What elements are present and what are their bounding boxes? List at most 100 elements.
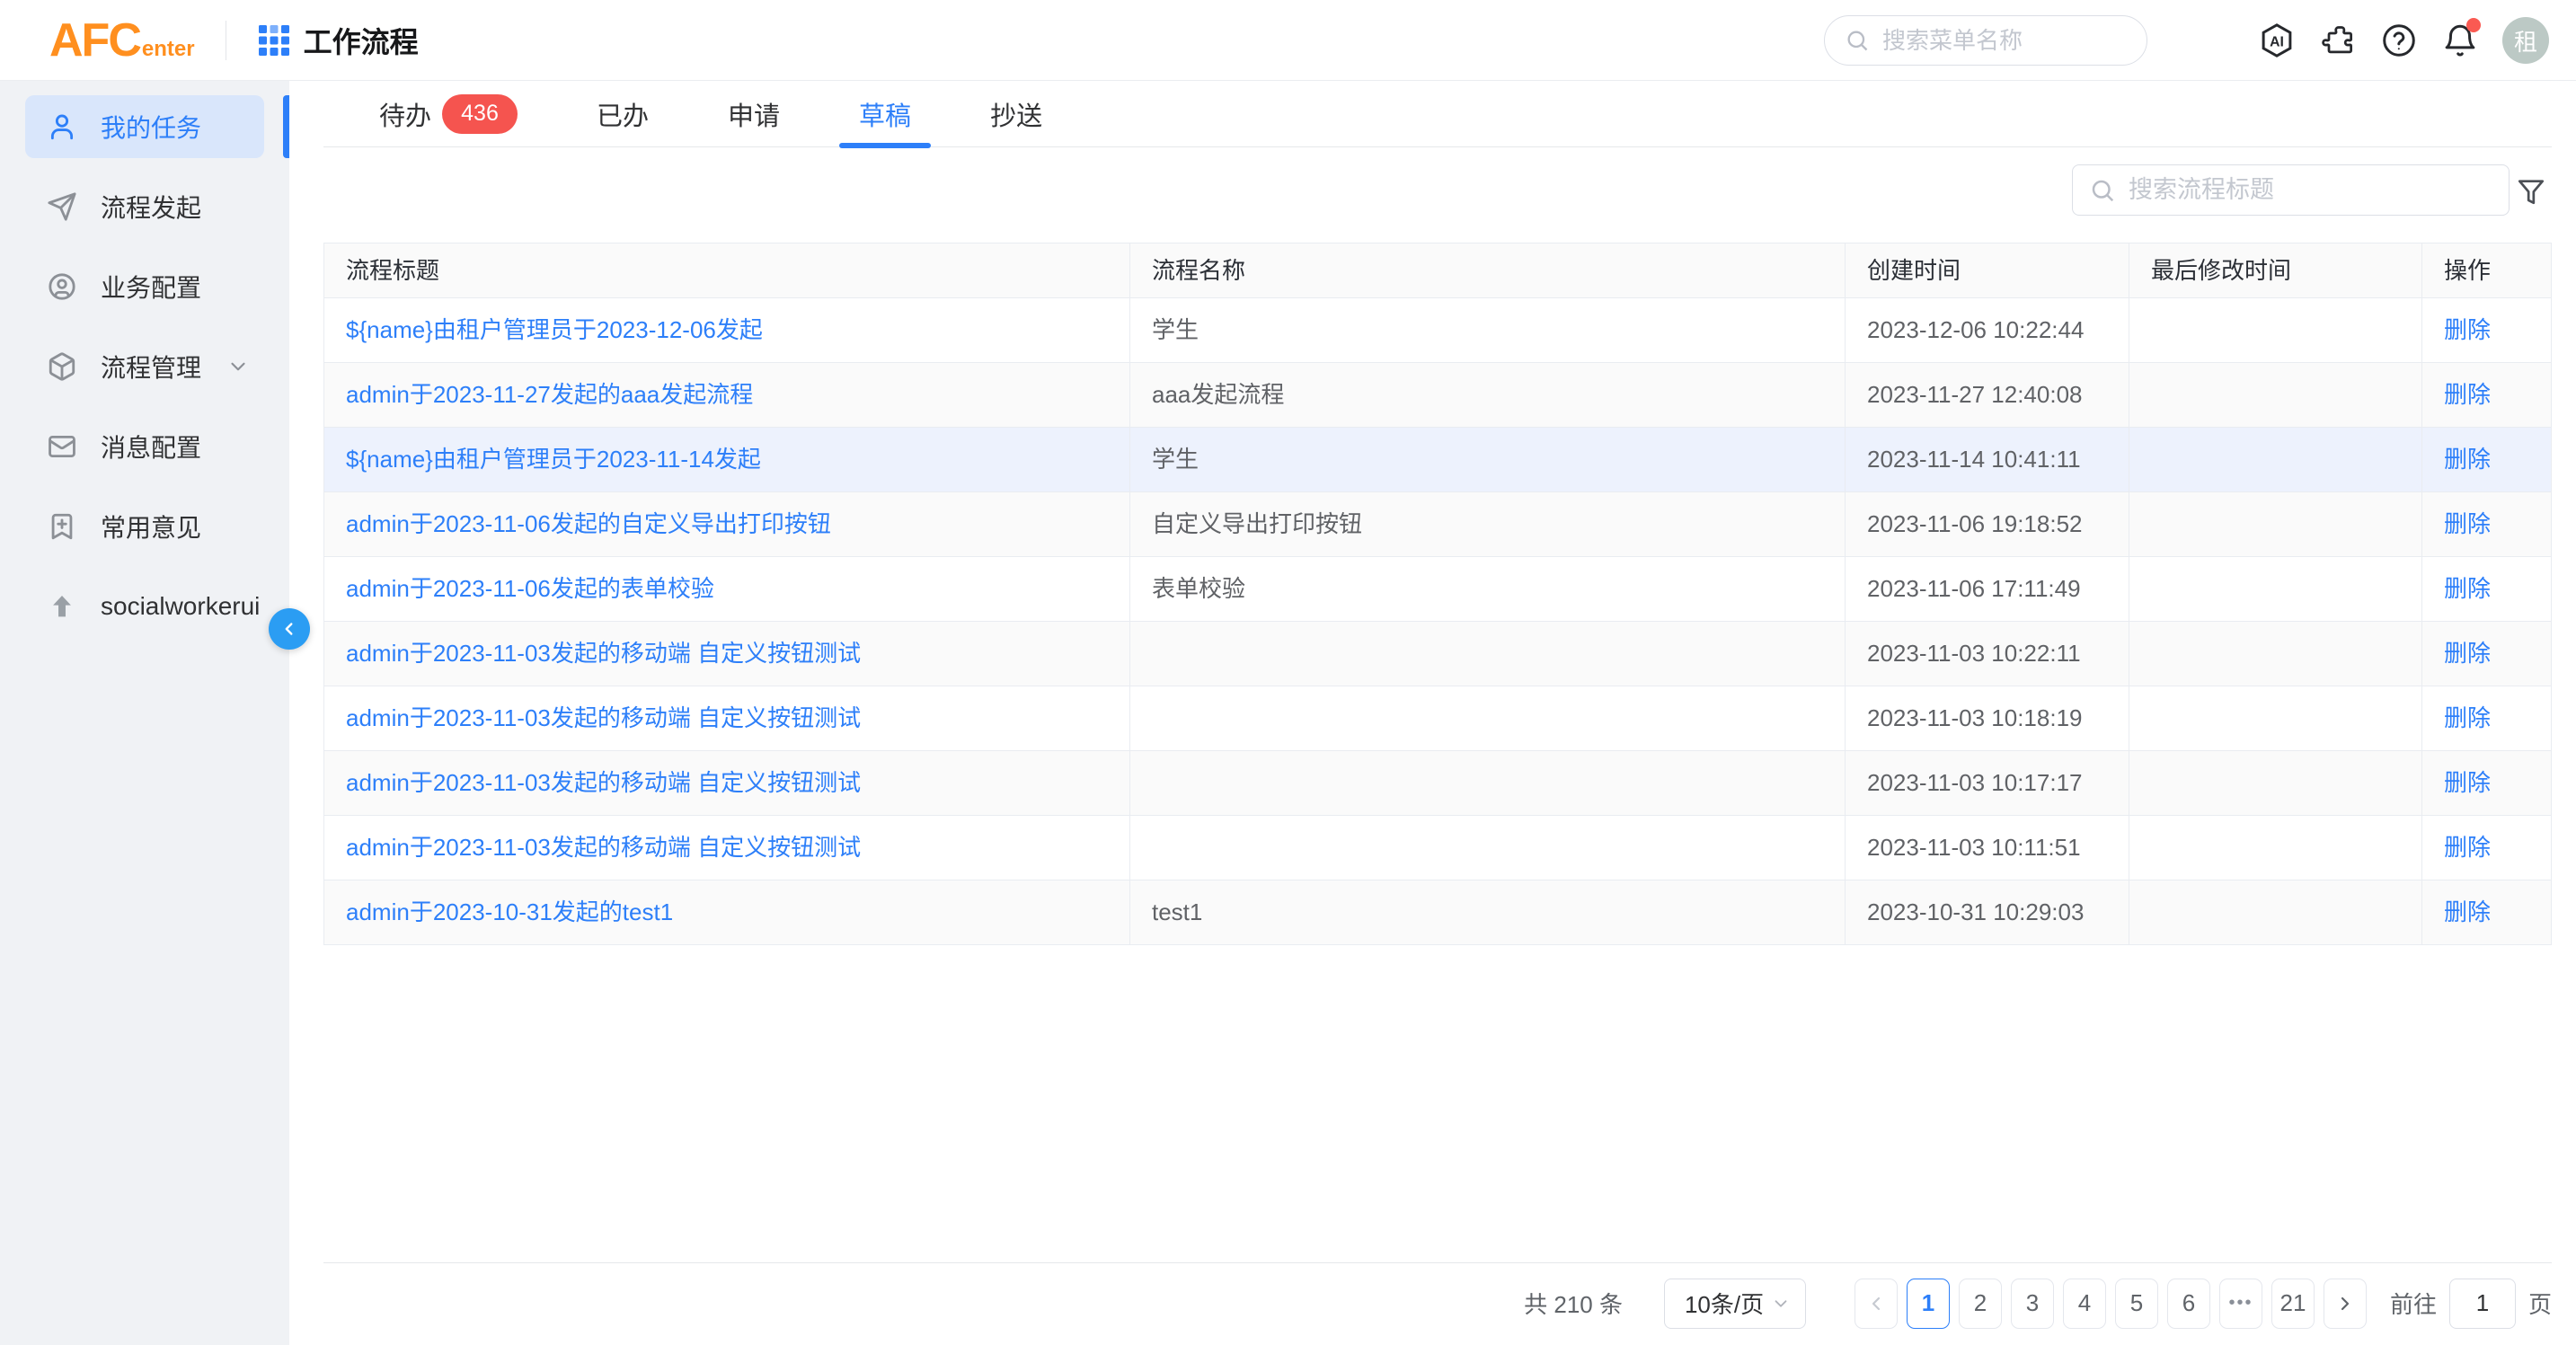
- process-title-link[interactable]: admin于2023-11-06发起的表单校验: [346, 575, 714, 602]
- delete-link[interactable]: 删除: [2444, 381, 2491, 408]
- process-name-cell: [1130, 622, 1846, 686]
- table-header-row: 流程标题 流程名称 创建时间 最后修改时间 操作: [324, 243, 2551, 298]
- afcenter-logo[interactable]: AFC enter: [49, 13, 195, 67]
- tab-label: 申请: [728, 95, 780, 133]
- page-button-21[interactable]: 21: [2271, 1279, 2315, 1329]
- sidebar-nav: 我的任务 流程发起 业务配置 流程管理: [0, 81, 289, 1345]
- sidebar-item-my-tasks[interactable]: 我的任务: [25, 95, 264, 158]
- table-row: admin于2023-11-27发起的aaa发起流程 aaa发起流程 2023-…: [324, 363, 2551, 428]
- page-button-5[interactable]: 5: [2115, 1279, 2158, 1329]
- total-count-label: 共 210 条: [1524, 1287, 1623, 1320]
- delete-link[interactable]: 删除: [2444, 446, 2491, 473]
- process-search-input[interactable]: [2129, 176, 2470, 204]
- user-avatar[interactable]: 租: [2502, 17, 2549, 64]
- table-row: admin于2023-11-03发起的移动端 自定义按钮测试 2023-11-0…: [324, 622, 2551, 686]
- tab-label: 抄送: [990, 95, 1042, 133]
- goto-page-label: 前往: [2390, 1287, 2437, 1320]
- sidebar-collapse-button[interactable]: [269, 608, 310, 650]
- created-time-cell: 2023-11-06 17:11:49: [1846, 557, 2129, 621]
- page-button-3[interactable]: 3: [2011, 1279, 2054, 1329]
- created-time-cell: 2023-12-06 10:22:44: [1846, 298, 2129, 362]
- page-size-select[interactable]: 10条/页: [1664, 1279, 1806, 1329]
- app-launcher-grid-icon[interactable]: [259, 25, 289, 56]
- tab-draft[interactable]: 草稿: [839, 81, 931, 147]
- table-row: admin于2023-11-06发起的自定义导出打印按钮 自定义导出打印按钮 2…: [324, 492, 2551, 557]
- delete-link[interactable]: 删除: [2444, 575, 2491, 602]
- sidebar-item-label: 流程管理: [101, 349, 201, 385]
- created-time-cell: 2023-11-06 19:18:52: [1846, 492, 2129, 556]
- tab-apply[interactable]: 申请: [708, 81, 800, 147]
- sidebar-item-message-config[interactable]: 消息配置: [25, 415, 264, 478]
- created-time-cell: 2023-11-03 10:11:51: [1846, 816, 2129, 880]
- sidebar-item-socialworkerui[interactable]: socialworkerui: [25, 575, 264, 638]
- menu-search-box: [1824, 15, 2147, 66]
- process-title-link[interactable]: admin于2023-11-27发起的aaa发起流程: [346, 381, 753, 408]
- tab-cc[interactable]: 抄送: [970, 81, 1062, 147]
- tab-label: 待办: [379, 95, 431, 133]
- table-row: admin于2023-11-03发起的移动端 自定义按钮测试 2023-11-0…: [324, 816, 2551, 880]
- process-title-link[interactable]: admin于2023-11-06发起的自定义导出打印按钮: [346, 510, 831, 537]
- logo-text-sub: enter: [142, 37, 195, 62]
- process-title-link[interactable]: admin于2023-11-03发起的移动端 自定义按钮测试: [346, 640, 861, 667]
- plugin-puzzle-icon[interactable]: [2319, 22, 2357, 59]
- notification-dot: [2466, 18, 2481, 32]
- tab-todo[interactable]: 待办 436: [359, 81, 537, 147]
- process-title-link[interactable]: admin于2023-10-31发起的test1: [346, 898, 673, 925]
- process-title-link[interactable]: ${name}由租户管理员于2023-11-14发起: [346, 446, 761, 473]
- goto-page-input[interactable]: [2449, 1279, 2516, 1329]
- prev-page-button[interactable]: [1855, 1279, 1898, 1329]
- more-pages-button[interactable]: •••: [2219, 1279, 2262, 1329]
- menu-search-input[interactable]: [1882, 27, 2116, 55]
- modified-time-cell: [2129, 622, 2422, 686]
- process-title-link[interactable]: admin于2023-11-03发起的移动端 自定义按钮测试: [346, 769, 861, 796]
- chevron-left-icon: [1865, 1293, 1887, 1314]
- col-header-created: 创建时间: [1846, 243, 2129, 297]
- modified-time-cell: [2129, 492, 2422, 556]
- page-button-2[interactable]: 2: [1959, 1279, 2002, 1329]
- table-row: ${name}由租户管理员于2023-12-06发起 学生 2023-12-06…: [324, 298, 2551, 363]
- page-button-1[interactable]: 1: [1907, 1279, 1950, 1329]
- help-icon[interactable]: [2380, 22, 2418, 59]
- filter-funnel-icon[interactable]: [2513, 173, 2549, 209]
- process-title-link[interactable]: admin于2023-11-03发起的移动端 自定义按钮测试: [346, 704, 861, 731]
- sidebar-item-business-config[interactable]: 业务配置: [25, 255, 264, 318]
- process-title-link[interactable]: admin于2023-11-03发起的移动端 自定义按钮测试: [346, 834, 861, 861]
- page-button-4[interactable]: 4: [2063, 1279, 2106, 1329]
- ai-assistant-icon[interactable]: AI: [2258, 22, 2296, 59]
- process-title-link[interactable]: ${name}由租户管理员于2023-12-06发起: [346, 316, 763, 343]
- tab-done[interactable]: 已办: [577, 81, 668, 147]
- col-header-name: 流程名称: [1130, 243, 1846, 297]
- sidebar-item-label: 常用意见: [101, 509, 201, 544]
- modified-time-cell: [2129, 428, 2422, 491]
- sidebar-item-process-initiate[interactable]: 流程发起: [25, 175, 264, 238]
- process-name-cell: [1130, 751, 1846, 815]
- sidebar-item-label: socialworkerui: [101, 592, 260, 621]
- created-time-cell: 2023-11-27 12:40:08: [1846, 363, 2129, 427]
- delete-link[interactable]: 删除: [2444, 316, 2491, 343]
- sidebar-item-process-manage[interactable]: 流程管理: [25, 335, 264, 398]
- chevron-down-icon[interactable]: [226, 355, 250, 378]
- notification-bell-icon[interactable]: [2441, 22, 2479, 59]
- header-actions: AI 租: [2258, 0, 2549, 81]
- delete-link[interactable]: 删除: [2444, 834, 2491, 861]
- tab-label: 草稿: [859, 95, 911, 133]
- next-page-button[interactable]: [2324, 1279, 2367, 1329]
- delete-link[interactable]: 删除: [2444, 898, 2491, 925]
- search-icon: [2089, 177, 2116, 204]
- delete-link[interactable]: 删除: [2444, 640, 2491, 667]
- page-button-6[interactable]: 6: [2167, 1279, 2210, 1329]
- col-header-modified: 最后修改时间: [2129, 243, 2422, 297]
- sidebar-item-common-opinions[interactable]: 常用意见: [25, 495, 264, 558]
- chevron-left-icon: [279, 619, 299, 639]
- cube-icon: [47, 351, 77, 382]
- app-header: AFC enter 工作流程 AI: [0, 0, 2576, 81]
- delete-link[interactable]: 删除: [2444, 510, 2491, 537]
- bookmark-plus-icon: [47, 511, 77, 542]
- modified-time-cell: [2129, 880, 2422, 944]
- delete-link[interactable]: 删除: [2444, 704, 2491, 731]
- svg-text:AI: AI: [2270, 34, 2284, 49]
- delete-link[interactable]: 删除: [2444, 769, 2491, 796]
- created-time-cell: 2023-11-14 10:41:11: [1846, 428, 2129, 491]
- process-name-cell: 自定义导出打印按钮: [1130, 492, 1846, 556]
- created-time-cell: 2023-11-03 10:18:19: [1846, 686, 2129, 750]
